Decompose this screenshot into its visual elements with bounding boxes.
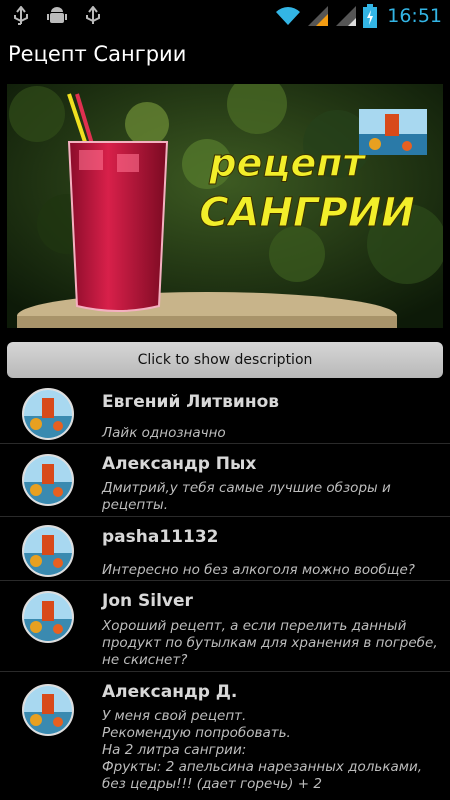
comment-author: Евгений Литвинов [102,392,280,412]
comment-text: Дмитрий,у тебя самые лучшие обзоры и рец… [102,480,391,513]
comment-item: Александр Д. У меня свой рецепт. Рекомен… [0,672,450,800]
avatar [22,388,74,440]
wifi-icon [276,7,301,25]
avatar [22,591,74,643]
comments-list[interactable]: Евгений Литвинов Лайк однозначно Алексан… [0,380,450,800]
avatar [22,684,74,736]
avatar [22,525,74,577]
comment-text: Интересно но без алкоголя можно вообще? [102,562,415,578]
clock: 16:51 [387,5,442,27]
video-thumbnail[interactable]: рецепт САНГРИИ [7,84,443,328]
action-bar: Рецепт Сангрии [0,33,450,77]
android-debug-icon [47,7,67,23]
comment-text: Хороший рецепт, а если перелить данный п… [102,618,438,668]
comment-author: Jon Silver [102,591,193,611]
comment-item: pasha11132 Интересно но без алкоголя мож… [0,517,450,581]
comment-text: У меня свой рецепт. Рекомендую попробова… [102,708,423,792]
signal-icon [308,6,329,26]
signal-icon [336,6,357,26]
comment-item: Евгений Литвинов Лайк однозначно [0,380,450,444]
video-frame: рецепт САНГРИИ [7,84,443,328]
comment-author: Александр Д. [102,682,238,702]
avatar [22,454,74,506]
show-description-button[interactable]: Click to show description [7,342,443,378]
comment-item: Александр Пых Дмитрий,у тебя самые лучши… [0,444,450,517]
comment-author: pasha11132 [102,527,219,547]
usb-icon [14,6,28,25]
video-overlay-line1: рецепт [208,141,366,185]
usb-icon [86,6,100,24]
channel-badge-icon [359,109,427,155]
comment-author: Александр Пых [102,454,257,474]
video-overlay-line2: САНГРИИ [199,190,415,236]
status-bar: 16:51 [0,0,450,33]
battery-charging-icon [363,4,378,28]
page-title: Рецепт Сангрии [8,42,187,66]
comment-text: Лайк однозначно [102,425,226,441]
comment-item: Jon Silver Хороший рецепт, а если перели… [0,581,450,672]
